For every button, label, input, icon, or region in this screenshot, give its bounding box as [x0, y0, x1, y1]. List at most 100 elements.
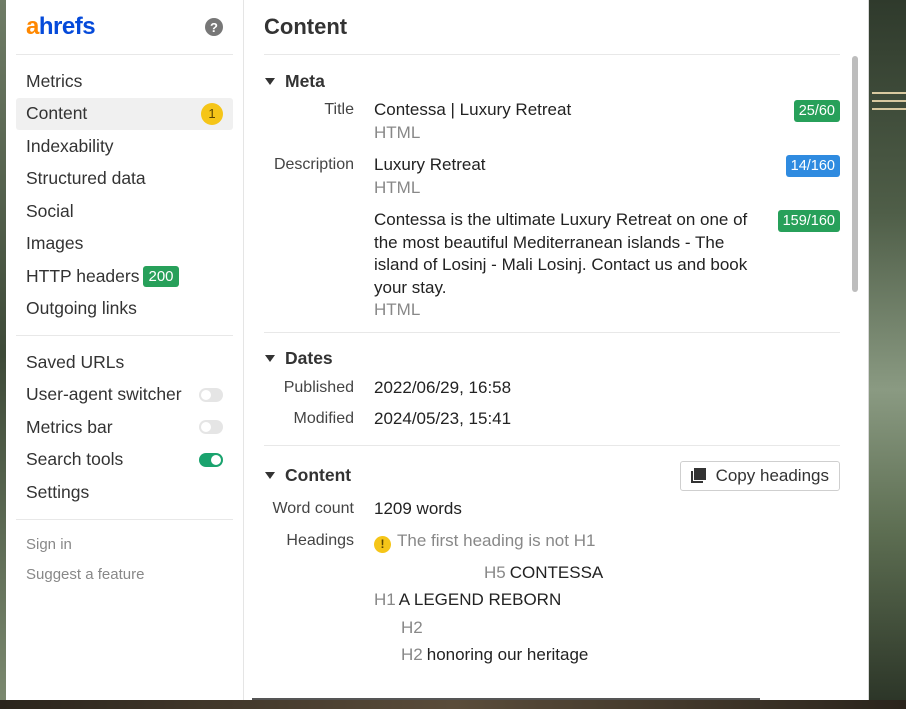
sidebar-item-label: Metrics bar [26, 416, 113, 437]
site-menu-icon[interactable] [872, 92, 906, 116]
copy-headings-button[interactable]: Copy headings [679, 460, 840, 491]
sidebar-nav: Metrics Content 1 Indexability Structure… [16, 55, 233, 590]
content-section: Content Copy headings Word count 1209 wo… [264, 446, 840, 667]
sidebar-item-settings[interactable]: Settings [16, 476, 233, 509]
heading-warning-text: The first heading is not H1 [397, 531, 596, 550]
meta-title-row: Title Contessa | Luxury Retreat HTML 25/… [264, 99, 840, 144]
search-tools-toggle[interactable] [199, 452, 223, 467]
row-key: Modified [293, 410, 354, 427]
sidebar-item-label-wrap: HTTP headers 200 [26, 265, 179, 287]
headings-list: ! The first heading is not H1 H5 CONTESSA … [354, 530, 840, 667]
row-key: Published [283, 378, 354, 396]
meta-description-2-row: Contessa is the ultimate Luxury Retreat … [264, 209, 840, 322]
sidebar-item-label: Structured data [26, 168, 146, 189]
status-code-badge: 200 [143, 265, 179, 287]
heading-warning: ! The first heading is not H1 [374, 530, 840, 553]
suggest-feature-link[interactable]: Suggest a feature [16, 560, 233, 590]
modified-date: 2024/05/23, 15:41 [374, 409, 512, 428]
caret-down-icon [265, 472, 275, 479]
sidebar-item-search-tools: Search tools [16, 444, 233, 477]
row-value: Luxury Retreat HTML [354, 154, 786, 199]
sidebar-item-saved-urls[interactable]: Saved URLs [16, 346, 233, 379]
sidebar-item-label: Outgoing links [26, 298, 137, 319]
heading-item: H5 CONTESSA [374, 562, 840, 585]
sidebar-item-label: Images [26, 233, 84, 254]
title-length-badge: 25/60 [793, 100, 840, 122]
ahrefs-logo[interactable]: ahrefs [26, 13, 96, 41]
meta-description-row: Description Luxury Retreat HTML 14/160 [264, 154, 840, 199]
row-key: Title [324, 101, 354, 118]
sidebar-item-social[interactable]: Social [16, 195, 233, 228]
scrollbar-thumb[interactable] [852, 56, 858, 292]
sidebar-divider [16, 335, 233, 336]
section-heading: Meta [285, 70, 325, 91]
sidebar-divider [16, 518, 233, 520]
row-key [264, 209, 354, 322]
heading-text: A LEGEND REBORN [398, 590, 562, 610]
bottom-rule [252, 698, 760, 700]
sidebar-item-structured-data[interactable]: Structured data [16, 163, 233, 196]
content-section-header: Content Copy headings [264, 446, 840, 504]
sidebar-item-metrics-bar: Metrics bar [16, 411, 233, 444]
sign-in-link[interactable]: Sign in [16, 530, 233, 560]
row-value: Contessa | Luxury Retreat HTML [354, 99, 794, 144]
meta-description-value: Luxury Retreat [374, 155, 486, 174]
sidebar-item-label: Settings [26, 481, 90, 502]
row-value: Contessa is the ultimate Luxury Retreat … [354, 209, 778, 322]
sidebar-item-label: Social [26, 200, 74, 221]
sidebar-item-label: Saved URLs [26, 351, 125, 372]
heading-item: H2 honoring our heritage [374, 644, 840, 667]
section-heading: Dates [285, 348, 333, 368]
meta-section-header[interactable]: Meta [264, 55, 840, 105]
meta-title-source: HTML [374, 122, 421, 142]
help-icon[interactable]: ? [205, 18, 223, 36]
copy-icon [690, 468, 706, 483]
heading-item: H2 [374, 617, 840, 640]
sidebar-item-label: HTTP headers [26, 265, 140, 286]
main-content: Content Meta Title Contessa | Luxury Ret… [244, 0, 868, 700]
logo-a: a [26, 13, 39, 40]
dates-section-header[interactable]: Dates [264, 333, 840, 383]
sidebar-item-label: Content [26, 103, 88, 124]
description-2-length-badge: 159/160 [777, 210, 840, 232]
sidebar-item-http-headers[interactable]: HTTP headers 200 [16, 260, 233, 293]
meta-description-source: HTML [374, 177, 421, 197]
content-section-toggle[interactable]: Content [264, 465, 351, 486]
meta-description-2-value: Contessa is the ultimate Luxury Retreat … [374, 210, 748, 297]
heading-level: H2 [401, 617, 423, 637]
sidebar-item-label: Metrics [26, 70, 83, 91]
heading-level: H1 [374, 590, 396, 610]
description-length-badge: 14/160 [785, 155, 840, 177]
user-agent-switcher-toggle[interactable] [199, 387, 223, 402]
info-warning-icon: ! [374, 535, 391, 553]
page-title: Content [264, 0, 840, 55]
heading-text: CONTESSA [509, 562, 604, 582]
sidebar-item-images[interactable]: Images [16, 228, 233, 261]
caret-down-icon [265, 77, 275, 85]
sidebar: ahrefs ? Metrics Content 1 Indexability … [6, 0, 244, 700]
sidebar-item-indexability[interactable]: Indexability [16, 130, 233, 163]
section-heading: Content [285, 465, 352, 485]
meta-description-2-source: HTML [374, 300, 421, 319]
sidebar-item-metrics[interactable]: Metrics [16, 65, 233, 98]
row-key: Word count [272, 499, 354, 517]
word-count-row: Word count 1209 words [264, 498, 840, 521]
metrics-bar-toggle[interactable] [199, 420, 223, 435]
copy-headings-label: Copy headings [715, 465, 829, 485]
logo-row: ahrefs ? [16, 0, 233, 55]
background-bottom [0, 700, 906, 709]
ahrefs-extension-panel: ahrefs ? Metrics Content 1 Indexability … [6, 0, 869, 700]
sidebar-item-label: Indexability [26, 135, 114, 156]
caret-down-icon [265, 355, 275, 362]
published-row: Published 2022/06/29, 16:58 [264, 377, 840, 400]
sidebar-item-outgoing-links[interactable]: Outgoing links [16, 293, 233, 326]
logo-rest: hrefs [38, 13, 96, 40]
sidebar-item-user-agent-switcher: User-agent switcher [16, 379, 233, 412]
row-key: Description [273, 156, 354, 173]
word-count-value: 1209 words [374, 498, 462, 518]
heading-level: H2 [401, 645, 423, 665]
headings-row: Headings ! The first heading is not H1 H5… [264, 530, 840, 667]
modified-row: Modified 2024/05/23, 15:41 [264, 408, 840, 431]
published-date: 2022/06/29, 16:58 [374, 377, 512, 397]
sidebar-item-content[interactable]: Content 1 [16, 97, 233, 130]
